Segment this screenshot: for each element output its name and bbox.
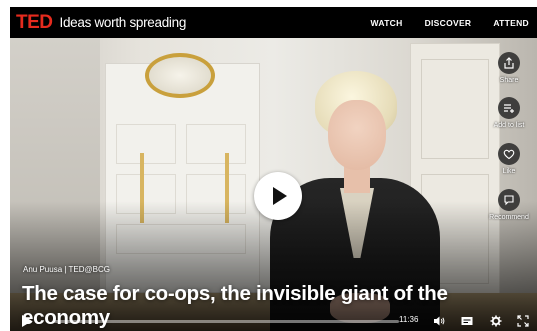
share-button[interactable]: Share (486, 52, 532, 84)
heart-icon (498, 143, 520, 165)
recommend-icon (498, 189, 520, 211)
nav-discover[interactable]: DISCOVER (425, 18, 472, 28)
play-button[interactable] (254, 172, 302, 220)
speaker-event-line[interactable]: Anu Puusa | TED@BCG (23, 265, 110, 274)
settings-gear-icon[interactable] (490, 314, 502, 327)
like-button[interactable]: Like (486, 143, 532, 175)
video-player: TED Ideas worth spreading WATCH DISCOVER… (10, 7, 537, 331)
add-to-list-button[interactable]: Add to list (486, 97, 532, 129)
tagline: Ideas worth spreading (59, 15, 187, 30)
nav-watch[interactable]: WATCH (371, 18, 403, 28)
main-nav: WATCH DISCOVER ATTEND (349, 18, 529, 28)
fullscreen-icon[interactable] (517, 314, 529, 327)
recommend-label: Recommend (489, 214, 529, 221)
background-mirror (145, 53, 215, 98)
captions-icon[interactable] (461, 314, 473, 326)
player-controls: 11:36 (10, 309, 537, 331)
speaker-figure (328, 100, 386, 170)
recommend-button[interactable]: Recommend (486, 189, 532, 221)
add-to-list-icon (498, 97, 520, 119)
header-bar: TED Ideas worth spreading WATCH DISCOVER… (10, 7, 537, 38)
add-to-list-label: Add to list (493, 122, 525, 129)
progress-bar[interactable] (54, 320, 399, 323)
play-icon[interactable] (22, 315, 32, 327)
share-label: Share (499, 77, 519, 84)
duration-label: 11:36 (399, 315, 419, 324)
video-frame[interactable]: Share Add to list Like Recommend Anu Puu… (10, 38, 537, 331)
nav-attend[interactable]: ATTEND (493, 18, 529, 28)
ted-logo[interactable]: TED (16, 12, 53, 34)
share-icon (498, 52, 520, 74)
volume-icon[interactable] (433, 314, 445, 326)
like-label: Like (502, 168, 516, 175)
